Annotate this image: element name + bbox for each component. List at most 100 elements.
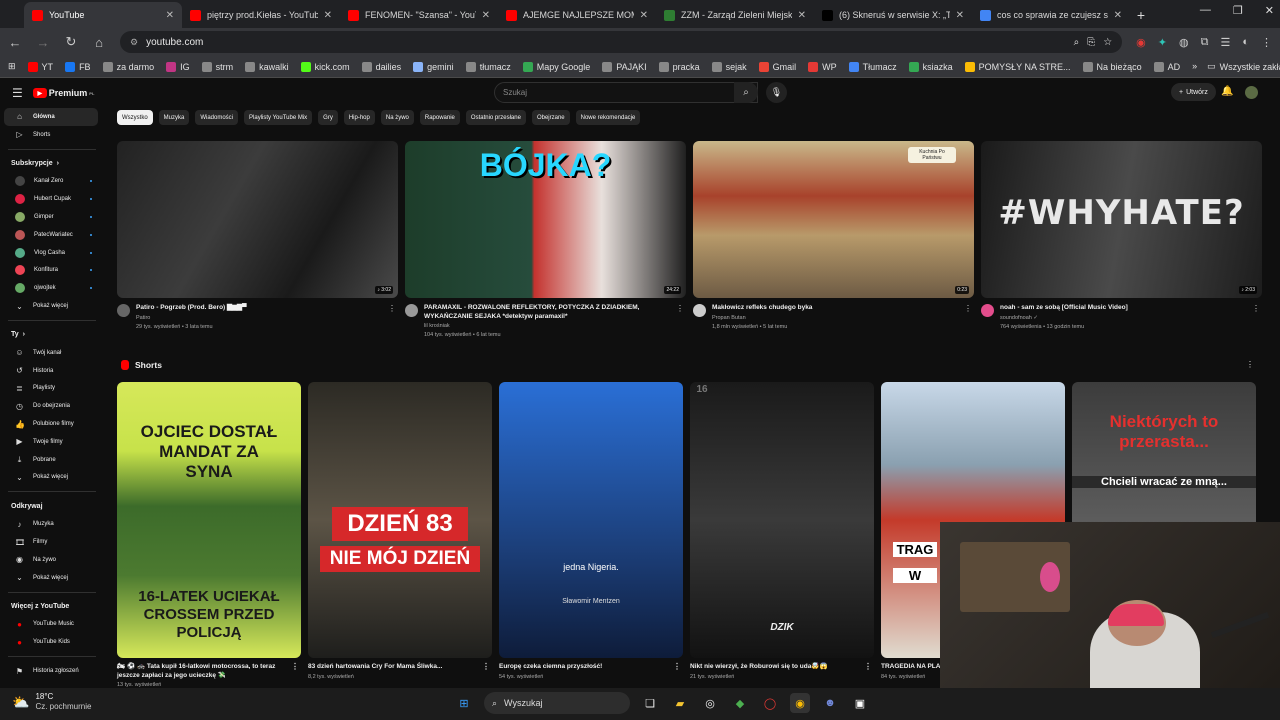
short-title[interactable]: 83 dzień hartowania Cry For Mama Śliwka.… (308, 662, 492, 672)
browser-tab[interactable]: YouTube ✕ (24, 2, 182, 28)
apps-icon[interactable]: ⊞ (8, 61, 16, 72)
brave-icon[interactable]: ◆ (730, 693, 750, 713)
short-thumbnail[interactable]: jedna Nigeria. Sławomir Mentzen (499, 382, 683, 658)
video-card[interactable]: ♪ 3:02 Patiro - Pogrzeb (Prod. Bero) ▇▆▇▀… (117, 141, 398, 339)
notifications-bell-icon[interactable]: 🔔 (1221, 86, 1233, 97)
short-card[interactable]: jedna Nigeria. Sławomir Mentzen Europę cze… (499, 382, 683, 688)
sidebar-item-report-history[interactable]: ⚑ Historia zgłoszeń (4, 662, 98, 680)
filter-chip[interactable]: Wiadomości (195, 110, 239, 125)
video-thumbnail[interactable]: #WHYHATE? ♪ 2:03 (981, 141, 1262, 298)
more-options-icon[interactable]: ⋮ (1252, 304, 1260, 313)
bookmark-item[interactable]: Tłumacz (848, 61, 897, 72)
bookmark-item[interactable]: dailies (361, 61, 401, 72)
tab-close-icon[interactable]: ✕ (482, 10, 490, 21)
channel-avatar[interactable] (405, 304, 418, 317)
more-options-icon[interactable]: ⋮ (673, 662, 681, 672)
voice-search-button[interactable]: 🎙 (766, 82, 787, 103)
bookmark-item[interactable]: gemini (413, 61, 454, 72)
more-options-icon[interactable]: ⋮ (388, 304, 396, 313)
bookmark-item[interactable]: AD (1153, 61, 1180, 72)
browser-tab[interactable]: cos co sprawia ze czujesz sie tr ✕ (972, 2, 1130, 28)
short-title[interactable]: 🏍 ⚽ 🚓 Tata kupił 16-latkowi motocrossa, … (117, 662, 301, 680)
filter-chip[interactable]: Hip-hop (343, 110, 375, 125)
browser-tab[interactable]: ZZM - Zarząd Zieleni Miejskiej w ✕ (656, 2, 814, 28)
you-heading[interactable]: Ty › (0, 326, 104, 344)
sidebar-item[interactable]: ⌄ Pokaż więcej (4, 569, 98, 587)
video-card[interactable]: BÓJKA? 24:22 PARAMAXIL - ROZWALONE REFLEKT… (405, 141, 686, 339)
sidebar-item-shorts[interactable]: ▷ Shorts (4, 126, 98, 144)
video-thumbnail[interactable]: BÓJKA? 24:22 (405, 141, 686, 298)
task-view-icon[interactable]: ❏ (640, 693, 660, 713)
record-extension-icon[interactable]: ◉ (1136, 36, 1146, 49)
bookmark-item[interactable]: tłumacz (465, 61, 511, 72)
all-bookmarks-folder[interactable]: ▭Wszystkie zakładki (1207, 61, 1280, 72)
channel-avatar[interactable] (693, 304, 706, 317)
sidebar-item-home[interactable]: ⌂ Główna (4, 108, 98, 126)
tab-search-icon[interactable]: ☰ (1220, 36, 1230, 49)
menu-icon[interactable]: ⋮ (1261, 36, 1272, 49)
short-title[interactable]: Nikt nie wierzył, że Roburowi się to uda… (690, 662, 874, 672)
address-bar[interactable]: ⚙ youtube.com ⌕ ⎘ ☆ (120, 31, 1123, 53)
chrome-icon[interactable]: ◉ (790, 693, 810, 713)
discord-icon[interactable]: ☻ (820, 693, 840, 713)
bookmark-item[interactable]: IG (166, 61, 190, 72)
new-tab-button[interactable]: + (1130, 2, 1152, 28)
bookmark-item[interactable]: WP (808, 61, 837, 72)
tab-close-icon[interactable]: ✕ (1114, 10, 1122, 21)
bookmark-item[interactable]: za darmo (102, 61, 154, 72)
install-icon[interactable]: ⎘ (1087, 37, 1095, 48)
subscription-item[interactable]: Gimper (4, 208, 98, 226)
browser-tab[interactable]: AJEMGE NAJLEPSZE MOMENTY ✕ (498, 2, 656, 28)
sidebar-item[interactable]: ◉ Na żywo (4, 551, 98, 569)
extension-icon[interactable]: ◍ (1179, 36, 1189, 49)
sidebar-item[interactable]: ◷ Do obejrzenia (4, 397, 98, 415)
extensions-puzzle-icon[interactable]: ⧉ (1201, 36, 1209, 49)
bookmark-star-icon[interactable]: ☆ (1103, 37, 1112, 48)
tab-close-icon[interactable]: ✕ (640, 10, 648, 21)
tab-close-icon[interactable]: ✕ (798, 10, 806, 21)
filter-chip[interactable]: Playlisty YouTube Mix (244, 110, 313, 125)
bookmark-item[interactable]: pracka (658, 61, 700, 72)
shorts-menu-icon[interactable]: ⋮ (1246, 360, 1254, 369)
create-button[interactable]: + Utwórz (1171, 83, 1216, 101)
profile-icon[interactable]: ◐ (1242, 36, 1249, 48)
short-card[interactable]: OJCIEC DOSTAŁ MANDAT ZA SYNA 16-LATEK UCI… (117, 382, 301, 688)
subscription-item[interactable]: Kanał Zero (4, 173, 98, 191)
bookmark-item[interactable]: YT (27, 61, 53, 72)
search-button[interactable]: ⌕ (734, 82, 758, 103)
video-thumbnail[interactable]: ♪ 3:02 (117, 141, 398, 298)
filter-chip[interactable]: Na żywo (380, 110, 414, 125)
subscription-item[interactable]: Konfitura (4, 262, 98, 280)
bookmark-item[interactable]: strm (201, 61, 233, 72)
bookmark-item[interactable]: ksiazka (908, 61, 953, 72)
home-icon[interactable]: ⌂ (92, 35, 106, 50)
video-title[interactable]: noah - sam ze sobą [Official Music Video… (1000, 304, 1250, 313)
video-title[interactable]: Makłowicz refleks chudego byka (712, 304, 962, 313)
short-thumbnail[interactable]: 16 DZIK (690, 382, 874, 658)
filter-chip[interactable]: Muzyka (158, 110, 190, 125)
more-options-icon[interactable]: ⋮ (864, 662, 872, 672)
bookmark-item[interactable]: FB (65, 61, 91, 72)
filter-chip[interactable]: Ostatnio przesłane (465, 110, 526, 125)
sidebar-item[interactable]: ≣ Playlisty (4, 380, 98, 398)
bookmark-item[interactable]: sejak (711, 61, 747, 72)
more-options-icon[interactable]: ⋮ (676, 304, 684, 313)
forward-icon[interactable]: → (36, 35, 50, 50)
obs-icon[interactable]: ▣ (850, 693, 870, 713)
browser-tab[interactable]: FENOMEN- "Szansa" - YouTube ✕ (340, 2, 498, 28)
channel-name[interactable]: lil krośniak (424, 321, 674, 331)
chevron-right-icon[interactable]: » (1192, 61, 1197, 72)
sidebar-item[interactable]: ⌄ Pokaż więcej (4, 469, 98, 487)
video-title[interactable]: Patiro - Pogrzeb (Prod. Bero) ▇▆▇▀ (136, 304, 386, 313)
channel-name[interactable]: soundofnoah ✓ (1000, 313, 1250, 323)
bookmark-item[interactable]: POMYSŁY NA STRE... (964, 61, 1071, 72)
sidebar-item[interactable]: ▶ Twoje filmy (4, 433, 98, 451)
sidebar-item[interactable]: ♪ Muzyka (4, 515, 98, 533)
weather-widget[interactable]: ⛅ 18°C Cz. pochmurnie (12, 692, 91, 712)
more-options-icon[interactable]: ⋮ (482, 662, 490, 672)
bookmark-item[interactable]: Gmail (758, 61, 796, 72)
subscriptions-heading[interactable]: Subskrypcje › (0, 155, 104, 173)
tab-close-icon[interactable]: ✕ (324, 10, 332, 21)
bookmark-item[interactable]: Mapy Google (522, 61, 590, 72)
channel-name[interactable]: Propan Butan (712, 313, 962, 323)
